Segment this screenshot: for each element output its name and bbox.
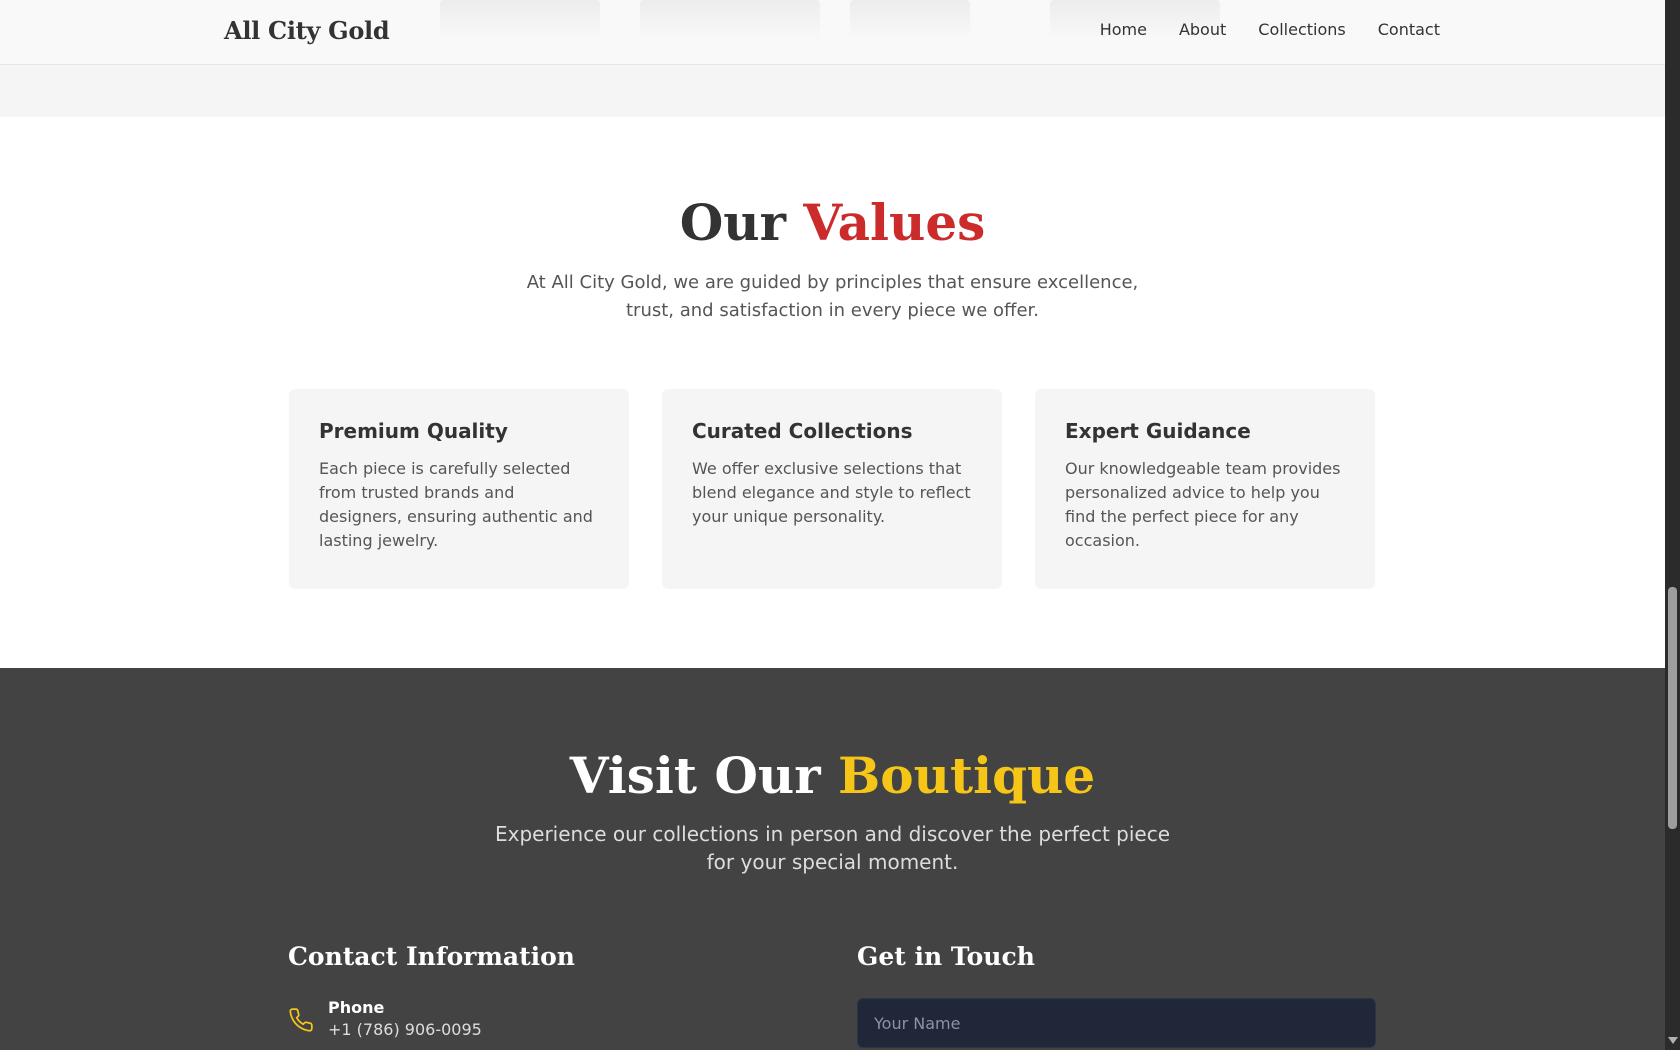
blurred-background-shape bbox=[640, 0, 820, 40]
boutique-title: Visit Our Boutique bbox=[0, 746, 1665, 805]
viewport: All City Gold Home About Collections Con… bbox=[0, 0, 1665, 1050]
blurred-background-shape bbox=[850, 0, 970, 40]
blurred-background-shape bbox=[440, 0, 600, 40]
get-in-touch-heading: Get in Touch bbox=[857, 942, 1035, 971]
phone-value[interactable]: +1 (786) 906-0095 bbox=[328, 1018, 482, 1042]
boutique-title-accent: Boutique bbox=[838, 746, 1096, 805]
card-title: Expert Guidance bbox=[1065, 419, 1251, 443]
boutique-section: Visit Our Boutique Experience our collec… bbox=[0, 668, 1665, 1050]
card-title: Curated Collections bbox=[692, 419, 913, 443]
site-logo[interactable]: All City Gold bbox=[224, 16, 390, 45]
phone-icon bbox=[289, 1008, 313, 1032]
card-text: Our knowledgeable team provides personal… bbox=[1065, 459, 1341, 550]
name-input[interactable] bbox=[857, 998, 1376, 1048]
value-card-curated-collections: Curated Collections We offer exclusive s… bbox=[662, 389, 1002, 589]
nav-collections[interactable]: Collections bbox=[1258, 20, 1345, 39]
hero-bottom-strip bbox=[0, 64, 1665, 117]
nav-home[interactable]: Home bbox=[1100, 20, 1147, 39]
page: All City Gold Home About Collections Con… bbox=[0, 0, 1680, 1050]
boutique-subtitle: Experience our collections in person and… bbox=[494, 822, 1171, 874]
main-nav: Home About Collections Contact bbox=[1100, 20, 1440, 39]
scroll-down-arrow-icon[interactable] bbox=[1668, 1037, 1678, 1044]
contact-phone-text: Phone +1 (786) 906-0095 bbox=[328, 998, 482, 1042]
phone-label: Phone bbox=[328, 998, 385, 1017]
card-text: Each piece is carefully selected from tr… bbox=[319, 459, 593, 550]
card-text: We offer exclusive selections that blend… bbox=[692, 459, 971, 526]
nav-about[interactable]: About bbox=[1179, 20, 1226, 39]
value-card-premium-quality: Premium Quality Each piece is carefully … bbox=[289, 389, 629, 589]
values-title-plain: Our bbox=[679, 193, 786, 252]
site-header: All City Gold Home About Collections Con… bbox=[0, 0, 1665, 65]
vertical-scrollbar[interactable] bbox=[1665, 0, 1680, 1050]
values-title-accent: Values bbox=[803, 193, 986, 252]
values-subtitle: At All City Gold, we are guided by princ… bbox=[526, 272, 1139, 321]
scrollbar-thumb[interactable] bbox=[1668, 587, 1677, 829]
nav-contact[interactable]: Contact bbox=[1378, 20, 1440, 39]
contact-phone-row: Phone +1 (786) 906-0095 bbox=[288, 998, 482, 1042]
card-title: Premium Quality bbox=[319, 419, 508, 443]
values-title: Our Values bbox=[0, 193, 1665, 252]
boutique-title-plain: Visit Our bbox=[569, 746, 821, 805]
values-section: Our Values At All City Gold, we are guid… bbox=[0, 117, 1665, 668]
value-card-expert-guidance: Expert Guidance Our knowledgeable team p… bbox=[1035, 389, 1375, 589]
contact-information-heading: Contact Information bbox=[288, 942, 575, 971]
